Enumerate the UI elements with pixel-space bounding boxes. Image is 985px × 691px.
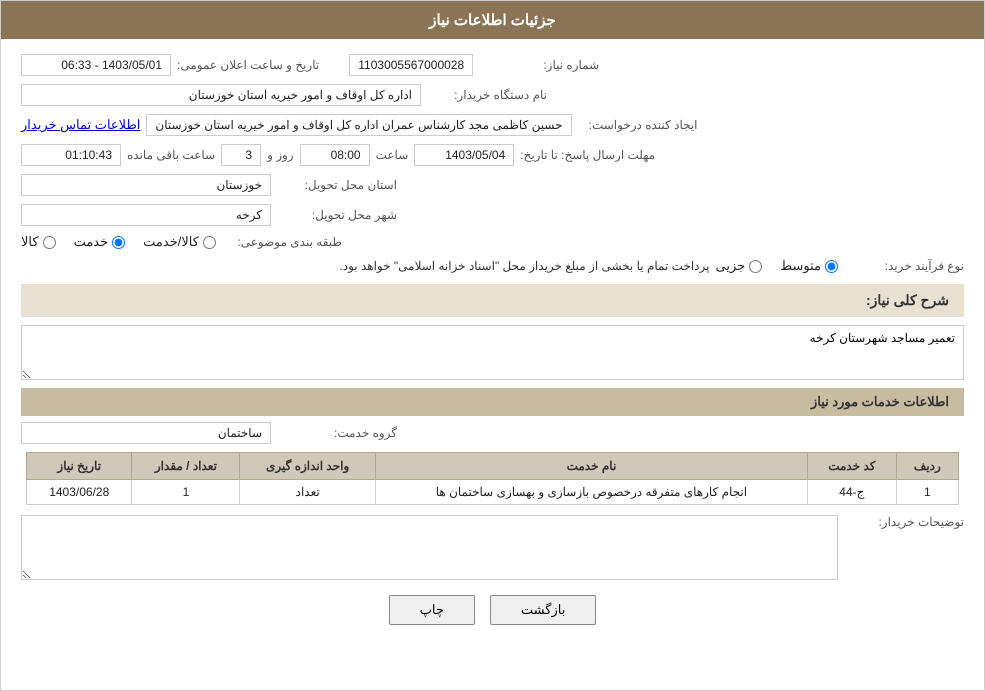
col-header-quantity: تعداد / مقدار	[132, 453, 240, 480]
category-khedmat-label: خدمت	[74, 234, 109, 250]
purchase-type-row: نوع فرآیند خرید: متوسط جزیی پرداخت تمام …	[21, 258, 964, 274]
cell-code: ج-44	[807, 480, 896, 505]
cell-name: انجام کارهای متفرقه درخصوص بازسازی و بهس…	[375, 480, 807, 505]
service-group-label: گروه خدمت:	[277, 426, 397, 440]
announce-value: 1403/05/01 - 06:33	[21, 54, 171, 76]
purchase-type-note: پرداخت تمام یا بخشی از مبلغ خریداز محل "…	[21, 259, 709, 273]
deadline-remaining-label: ساعت باقی مانده	[127, 148, 215, 162]
category-label: طبقه بندی موضوعی:	[222, 235, 342, 249]
deadline-time-label: ساعت	[376, 148, 409, 162]
back-button[interactable]: بازگشت	[490, 595, 596, 625]
category-radio-group: کالا/خدمت خدمت کالا	[21, 234, 216, 250]
services-table-wrapper: ردیف کد خدمت نام خدمت واحد اندازه گیری ت…	[21, 452, 964, 505]
creator-row: ایجاد کننده درخواست: حسین کاظمی مجد کارش…	[21, 114, 964, 136]
buyer-org-value: اداره کل اوقاف و امور خیریه استان خوزستا…	[21, 84, 421, 106]
request-number-value: 1103005567000028	[349, 54, 473, 76]
deadline-time-value: 08:00	[300, 144, 370, 166]
col-header-code: کد خدمت	[807, 453, 896, 480]
buttons-row: بازگشت چاپ	[21, 595, 964, 645]
buyer-notes-label: توضیحات خریدار:	[844, 515, 964, 529]
deadline-days-label: روز و	[267, 148, 294, 162]
service-group-row: گروه خدمت: ساختمان	[21, 422, 964, 444]
cell-unit: تعداد	[240, 480, 376, 505]
province-row: استان محل تحویل: خوزستان	[21, 174, 964, 196]
service-group-value: ساختمان	[21, 422, 271, 444]
province-label: استان محل تحویل:	[277, 178, 397, 192]
category-row: طبقه بندی موضوعی: کالا/خدمت خدمت کالا	[21, 234, 964, 250]
city-label: شهر محل تحویل:	[277, 208, 397, 222]
purchase-type-medium-label: متوسط	[780, 258, 821, 274]
buyer-org-label: نام دستگاه خریدار:	[427, 88, 547, 102]
request-number-label: شماره نیاز:	[479, 58, 599, 72]
contact-link[interactable]: اطلاعات تماس خریدار	[21, 117, 140, 133]
purchase-type-label: نوع فرآیند خرید:	[844, 259, 964, 273]
print-button[interactable]: چاپ	[389, 595, 475, 625]
buyer-notes-textarea[interactable]	[21, 515, 838, 580]
purchase-type-partial[interactable]: جزیی	[715, 258, 762, 274]
creator-label: ایجاد کننده درخواست:	[578, 118, 698, 132]
buyer-notes-row: توضیحات خریدار:	[21, 515, 964, 580]
announce-label: تاریخ و ساعت اعلان عمومی:	[177, 58, 319, 72]
description-row	[21, 325, 964, 380]
col-header-date: تاریخ نیاز	[27, 453, 132, 480]
table-row: 1 ج-44 انجام کارهای متفرقه درخصوص بازساز…	[27, 480, 959, 505]
description-section-title: شرح کلی نیاز:	[21, 284, 964, 317]
deadline-row: مهلت ارسال پاسخ: تا تاریخ: 1403/05/04 سا…	[21, 144, 964, 166]
category-kala-label: کالا	[21, 234, 39, 250]
page-header: جزئیات اطلاعات نیاز	[1, 1, 984, 39]
category-option-kala[interactable]: کالا	[21, 234, 56, 250]
description-textarea[interactable]	[21, 325, 964, 380]
cell-date: 1403/06/28	[27, 480, 132, 505]
category-option-khedmat[interactable]: خدمت	[74, 234, 126, 250]
purchase-type-medium[interactable]: متوسط	[780, 258, 838, 274]
services-table: ردیف کد خدمت نام خدمت واحد اندازه گیری ت…	[26, 452, 959, 505]
category-kala-khedmat-label: کالا/خدمت	[143, 234, 199, 250]
city-row: شهر محل تحویل: کرخه	[21, 204, 964, 226]
col-header-row: ردیف	[896, 453, 958, 480]
description-title-text: شرح کلی نیاز:	[866, 292, 949, 308]
services-title-text: اطلاعات خدمات مورد نیاز	[811, 394, 949, 409]
buyer-org-row: نام دستگاه خریدار: اداره کل اوقاف و امور…	[21, 84, 964, 106]
col-header-name: نام خدمت	[375, 453, 807, 480]
city-value: کرخه	[21, 204, 271, 226]
deadline-remaining-value: 01:10:43	[21, 144, 121, 166]
deadline-date: 1403/05/04	[414, 144, 514, 166]
cell-row-number: 1	[896, 480, 958, 505]
deadline-days-value: 3	[221, 144, 261, 166]
creator-value: حسین کاظمی مجد کارشناس عمران اداره کل او…	[146, 114, 571, 136]
col-header-unit: واحد اندازه گیری	[240, 453, 376, 480]
services-section-title: اطلاعات خدمات مورد نیاز	[21, 388, 964, 416]
request-number-row: شماره نیاز: 1103005567000028 تاریخ و ساع…	[21, 54, 964, 76]
province-value: خوزستان	[21, 174, 271, 196]
category-option-kala-khedmat[interactable]: کالا/خدمت	[143, 234, 216, 250]
purchase-type-partial-label: جزیی	[715, 258, 745, 274]
cell-quantity: 1	[132, 480, 240, 505]
page-title: جزئیات اطلاعات نیاز	[429, 12, 556, 29]
purchase-type-radio-group: متوسط جزیی	[715, 258, 838, 274]
deadline-label: مهلت ارسال پاسخ: تا تاریخ:	[520, 148, 655, 162]
